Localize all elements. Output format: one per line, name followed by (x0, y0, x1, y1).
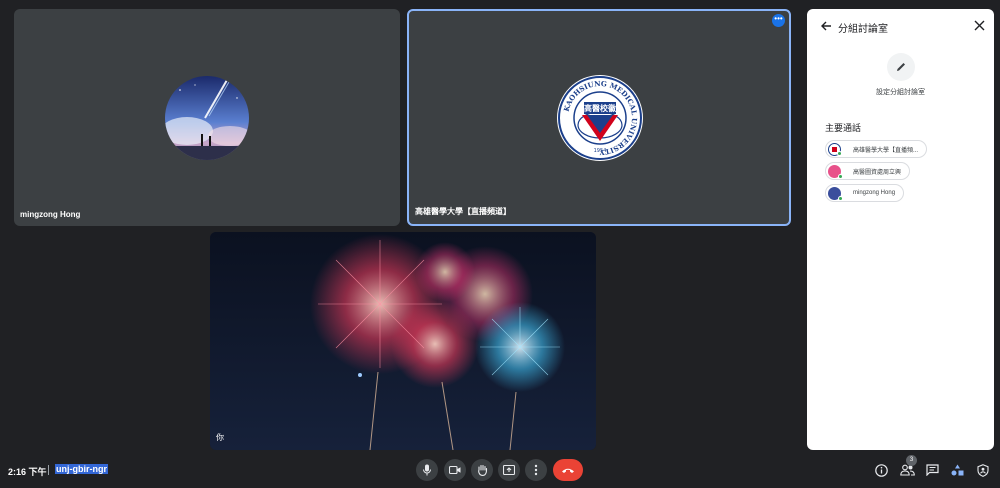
participant-tile-kmu[interactable]: ••• KAOHSIUNG MEDICAL UNIVERSITY 高醫校徽 19… (407, 9, 791, 226)
participant-chip[interactable]: 高雄醫學大學【直播頻... (825, 140, 928, 158)
activities-icon (951, 464, 963, 476)
divider (48, 465, 49, 475)
raise-hand-button[interactable] (471, 459, 493, 481)
mic-icon (423, 464, 431, 476)
fireworks-background (210, 232, 596, 450)
chat-button[interactable] (924, 462, 940, 478)
end-call-icon (562, 468, 574, 473)
participant-tile-mingzong[interactable]: mingzong Hong (14, 9, 400, 226)
participant-chip-name: 高醫圖資處周立興 (853, 169, 902, 176)
present-icon (503, 465, 515, 475)
activities-button[interactable] (949, 462, 965, 478)
camera-button[interactable] (444, 459, 466, 481)
host-controls-button[interactable] (975, 462, 991, 478)
more-options-button[interactable] (525, 459, 547, 481)
info-icon (874, 463, 888, 477)
host-controls-icon (977, 463, 989, 477)
self-view-tile[interactable]: 你 (210, 232, 596, 450)
meeting-info-button[interactable] (873, 462, 889, 478)
more-options-icon[interactable]: ••• (772, 14, 785, 27)
logo-year: 1954 (594, 148, 607, 154)
breakout-rooms-panel: 分組討論室 設定分組討論室 主要通話 高雄醫學大學【直播頻... 高醫圖資處周立… (807, 9, 994, 450)
panel-title: 分組討論室 (838, 24, 888, 35)
mic-button[interactable] (416, 459, 438, 481)
university-logo: KAOHSIUNG MEDICAL UNIVERSITY 高醫校徽 1954 (557, 75, 643, 161)
avatar (828, 186, 843, 201)
people-count-badge: 3 (906, 455, 917, 466)
current-time: 2:16 下午 (8, 467, 47, 477)
end-call-button[interactable] (553, 459, 583, 481)
camera-icon (449, 465, 461, 475)
logo-center-text: 高醫校徽 (584, 103, 617, 113)
participant-name: mingzong Hong (20, 210, 81, 219)
raise-hand-icon (477, 464, 487, 476)
chat-icon (925, 464, 939, 476)
avatar (828, 164, 843, 179)
participant-chip-name: 高雄醫學大學【直播頻... (853, 147, 919, 154)
setup-breakout-label: 設定分組討論室 (876, 89, 925, 96)
avatar (828, 142, 842, 156)
close-icon[interactable] (974, 20, 985, 31)
participant-avatar (165, 76, 249, 160)
more-vert-icon (534, 464, 538, 476)
self-name: 你 (216, 433, 224, 442)
present-button[interactable] (498, 459, 520, 481)
participant-chip[interactable]: 高醫圖資處周立興 (825, 162, 911, 180)
participant-name: 高雄醫學大學【直播頻道】 (415, 207, 511, 216)
participant-chip-name: mingzong Hong (853, 190, 896, 196)
participant-chip[interactable]: mingzong Hong (825, 184, 905, 202)
setup-breakout-button[interactable] (887, 53, 915, 81)
main-call-heading: 主要通話 (825, 123, 862, 133)
back-arrow-icon[interactable] (820, 20, 832, 32)
pencil-icon (897, 63, 905, 71)
meeting-code[interactable]: unj-gbir-ngr (55, 464, 108, 474)
